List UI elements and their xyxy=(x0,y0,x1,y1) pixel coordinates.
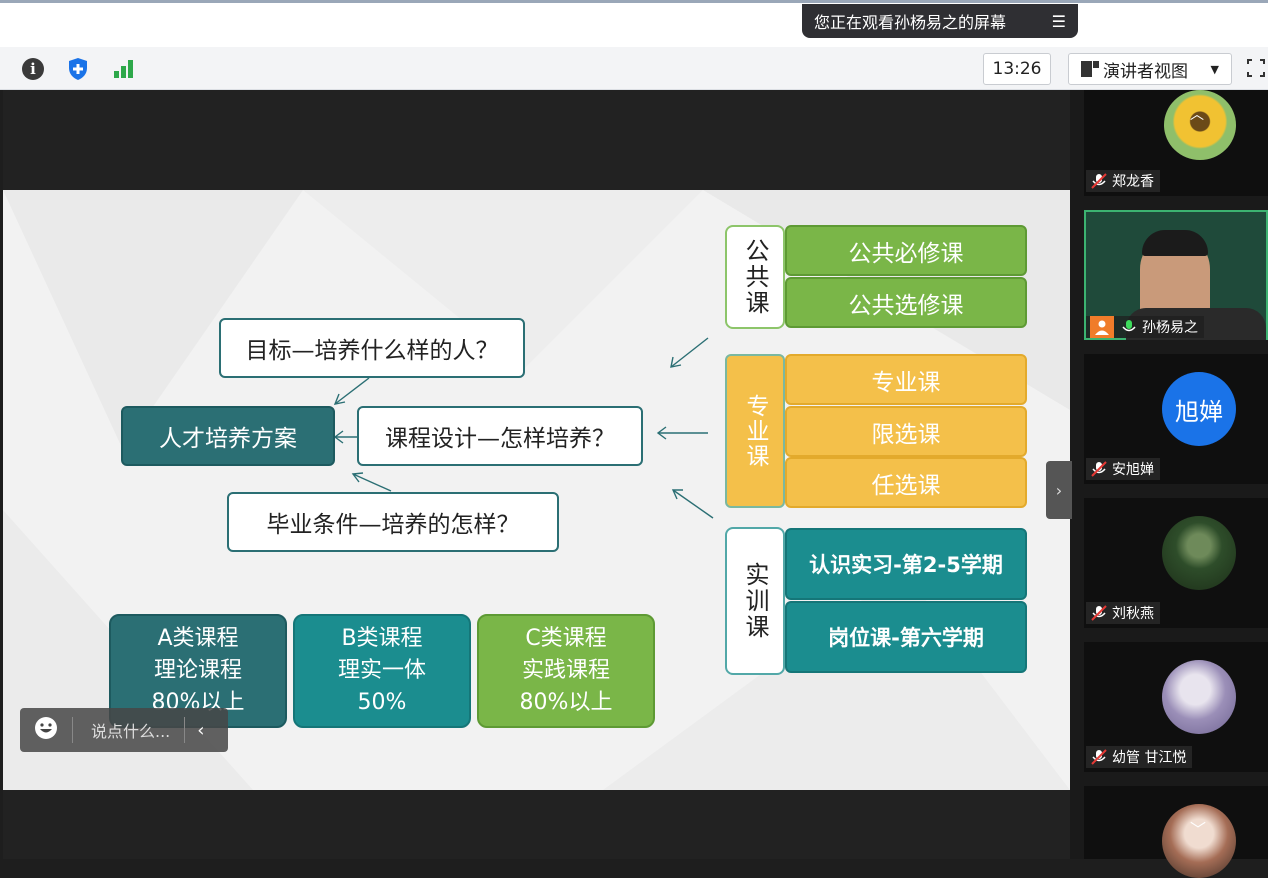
graduation-box: 毕业条件—培养的怎样？ xyxy=(227,492,559,552)
chevron-left-icon[interactable]: ‹ xyxy=(197,720,204,741)
chat-input-bar[interactable]: 说点什么... ‹ xyxy=(20,708,228,752)
major-course-item: 专业课 xyxy=(785,354,1027,405)
mic-muted-icon xyxy=(1091,173,1107,189)
practice-course-item: 岗位课-第六学期 xyxy=(785,601,1027,673)
mic-active-icon xyxy=(1122,320,1136,332)
chevron-up-icon[interactable]: ︿ xyxy=(1190,104,1204,124)
participant-tile[interactable]: ︿ 郑龙香 xyxy=(1084,90,1268,196)
practice-course-item: 认识实习-第2-5学期 xyxy=(785,528,1027,600)
participant-name-tag: 郑龙香 xyxy=(1086,170,1160,192)
public-course-label: 公共课 xyxy=(725,225,785,329)
participant-name: 幼管 甘江悦 xyxy=(1112,750,1187,766)
category-title: B类课程 xyxy=(341,626,423,651)
signal-strength-icon[interactable] xyxy=(110,56,136,82)
category-b-box: B类课程 理实一体 50% xyxy=(293,614,471,728)
chevron-down-icon[interactable]: ﹀ xyxy=(1190,816,1206,840)
speaker-view-dropdown[interactable]: 演讲者视图 ▼ xyxy=(1068,53,1232,85)
mic-muted-icon xyxy=(1091,605,1107,621)
presentation-slide: 目标—培养什么样的人？ 人才培养方案 课程设计—怎样培养？ 毕业条件—培养的怎样… xyxy=(3,190,1070,790)
category-title: C类课程 xyxy=(525,626,607,651)
participant-name: 安旭婵 xyxy=(1112,462,1154,478)
info-icon[interactable]: i xyxy=(20,56,46,82)
fullscreen-icon[interactable] xyxy=(1244,55,1268,81)
chat-placeholder[interactable]: 说点什么... xyxy=(91,718,170,742)
participant-name-tag: 孙杨易之 xyxy=(1086,316,1204,338)
category-type: 实践课程 xyxy=(521,658,610,683)
divider xyxy=(184,717,186,743)
major-course-item: 限选课 xyxy=(785,406,1027,457)
shield-icon[interactable] xyxy=(65,56,91,82)
emoji-icon[interactable] xyxy=(34,716,58,744)
view-label: 演讲者视图 xyxy=(1103,61,1188,82)
category-ratio: 80%以上 xyxy=(519,690,613,715)
participant-name: 刘秋燕 xyxy=(1112,606,1154,622)
participant-tile[interactable]: 旭婵 安旭婵 xyxy=(1084,354,1268,484)
screen-share-banner[interactable]: 您正在观看孙杨易之的屏幕 ☰ xyxy=(802,4,1078,38)
participant-tile[interactable]: 刘秋燕 xyxy=(1084,498,1268,628)
participant-name-tag: 安旭婵 xyxy=(1086,458,1160,480)
mic-muted-icon xyxy=(1091,461,1107,477)
practice-course-label: 实训课 xyxy=(725,527,785,675)
public-course-item: 公共选修课 xyxy=(785,277,1027,328)
participant-tile-active-speaker[interactable]: 孙杨易之 xyxy=(1084,210,1268,340)
talent-plan-box: 人才培养方案 xyxy=(121,406,335,466)
participant-tile[interactable]: 幼管 甘江悦 xyxy=(1084,642,1268,772)
avatar xyxy=(1162,516,1236,590)
share-banner-text: 您正在观看孙杨易之的屏幕 xyxy=(814,13,1007,32)
category-ratio: 50% xyxy=(357,690,407,715)
category-type: 理论课程 xyxy=(153,658,242,683)
participant-name: 孙杨易之 xyxy=(1142,320,1198,336)
course-design-box: 课程设计—怎样培养？ xyxy=(357,406,643,466)
participant-name-tag: 刘秋燕 xyxy=(1086,602,1160,624)
avatar: 旭婵 xyxy=(1162,372,1236,446)
host-icon xyxy=(1090,316,1114,338)
participant-name: 郑龙香 xyxy=(1112,174,1154,190)
target-question-box: 目标—培养什么样的人？ xyxy=(219,318,525,378)
layout-icon xyxy=(1081,61,1099,77)
avatar xyxy=(1164,90,1236,160)
divider xyxy=(72,717,73,743)
major-course-item: 任选课 xyxy=(785,457,1027,508)
meeting-timer: 13:26 xyxy=(983,53,1051,85)
participant-name-tag: 幼管 甘江悦 xyxy=(1086,746,1193,768)
category-title: A类课程 xyxy=(157,626,239,651)
participant-tile[interactable]: ﹀ xyxy=(1084,786,1268,878)
category-type: 理实一体 xyxy=(337,658,426,683)
avatar xyxy=(1162,660,1236,734)
public-course-item: 公共必修课 xyxy=(785,225,1027,276)
category-c-box: C类课程 实践课程 80%以上 xyxy=(477,614,655,728)
menu-icon[interactable]: ☰ xyxy=(1052,12,1066,31)
collapse-panel-button[interactable]: › xyxy=(1046,461,1072,519)
mic-muted-icon xyxy=(1091,749,1107,765)
major-course-label: 专业课 xyxy=(725,354,785,508)
chevron-down-icon: ▼ xyxy=(1210,62,1219,76)
chevron-right-icon: › xyxy=(1055,480,1063,500)
speaker-hair xyxy=(1142,230,1208,256)
